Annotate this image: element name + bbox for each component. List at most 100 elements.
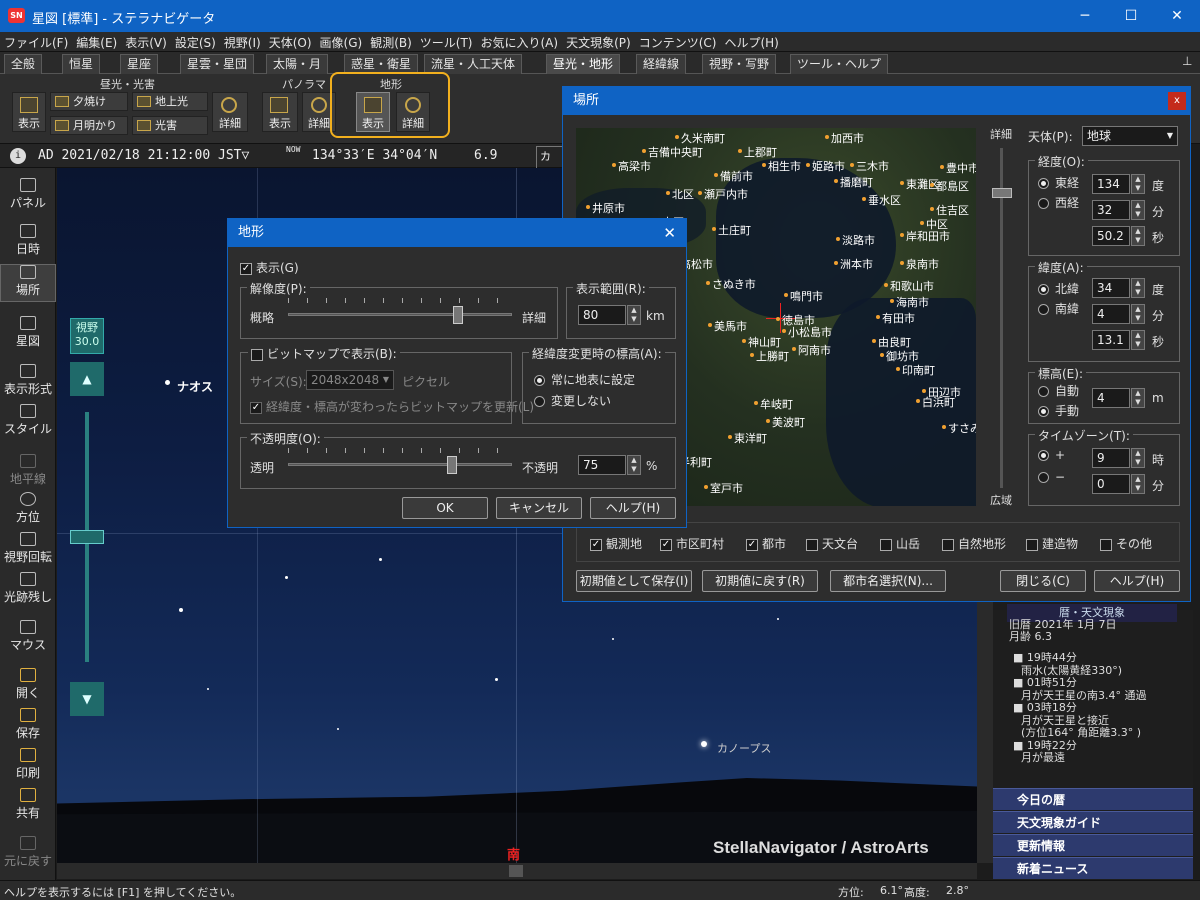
- trail-button[interactable]: 光跡残し: [0, 572, 56, 605]
- terrain-show-checkbox[interactable]: ✓ 表示(G): [240, 259, 299, 276]
- lon-deg-input[interactable]: 134: [1092, 174, 1130, 194]
- menu-fov[interactable]: 視野(I): [220, 32, 265, 53]
- bitmap-checkbox[interactable]: ビットマップで表示(B):: [248, 345, 400, 362]
- daylight-detail-button[interactable]: 詳細: [212, 92, 248, 132]
- check-municipality[interactable]: ✓ 市区町村: [660, 535, 724, 552]
- starchart-button[interactable]: 星図: [0, 316, 56, 349]
- zoom-slider-thumb[interactable]: [70, 530, 104, 544]
- undo-button[interactable]: 元に戻す: [0, 836, 56, 869]
- pin-icon[interactable]: ⊥: [1182, 54, 1192, 68]
- opacity-spin[interactable]: ▲ ▼: [627, 455, 641, 475]
- check-city[interactable]: ✓ 都市: [746, 535, 786, 552]
- location-button[interactable]: 場所: [0, 264, 56, 302]
- elev-none-radio[interactable]: 変更しない: [534, 392, 611, 409]
- tz-hour-input[interactable]: 9: [1092, 448, 1130, 468]
- menu-favorites[interactable]: お気に入り(A): [477, 32, 563, 53]
- panorama-show-button[interactable]: 表示: [262, 92, 298, 132]
- link-phenomena-guide[interactable]: 天文現象ガイド: [993, 811, 1193, 833]
- style-button[interactable]: スタイル: [0, 404, 56, 437]
- terrain-help-button[interactable]: ヘルプ(H): [590, 497, 676, 519]
- city-select-button[interactable]: 都市名選択(N)...: [830, 570, 946, 592]
- check-observation-site[interactable]: ✓ 観測地: [590, 535, 642, 552]
- tab-tools-help[interactable]: ツール・ヘルプ: [790, 54, 889, 74]
- altitude-input[interactable]: 4: [1092, 388, 1130, 408]
- lon-min-spin[interactable]: ▲ ▼: [1131, 200, 1145, 220]
- lon-min-input[interactable]: 32: [1092, 200, 1130, 220]
- menu-tools[interactable]: ツール(T): [416, 32, 477, 53]
- now-button[interactable]: NOW: [286, 145, 300, 154]
- save-button[interactable]: 保存: [0, 708, 56, 741]
- opacity-track[interactable]: [288, 463, 512, 466]
- tab-daylight-terrain[interactable]: 昼光・地形: [546, 54, 621, 74]
- menu-phenomena[interactable]: 天文現象(P): [562, 32, 635, 53]
- tab-stars[interactable]: 恒星: [62, 54, 101, 74]
- save-default-button[interactable]: 初期値として保存(I): [576, 570, 692, 592]
- east-radio[interactable]: 東経: [1038, 174, 1079, 191]
- location-display[interactable]: 134°33′E 34°04′N: [312, 148, 437, 163]
- open-button[interactable]: 開く: [0, 668, 56, 701]
- zoom-in-button[interactable]: ▲: [70, 362, 104, 396]
- fov-rotate-button[interactable]: 視野回転: [0, 532, 56, 565]
- range-spin[interactable]: ▲ ▼: [627, 305, 641, 325]
- check-natural-feature[interactable]: 自然地形: [942, 535, 1006, 552]
- west-radio[interactable]: 西経: [1038, 194, 1079, 211]
- link-news[interactable]: 新着ニュース: [993, 857, 1193, 879]
- tab-fov-frames[interactable]: 視野・写野: [702, 54, 777, 74]
- lat-sec-spin[interactable]: ▲ ▼: [1131, 330, 1145, 350]
- moonlight-button[interactable]: 月明かり: [50, 116, 128, 135]
- lat-min-input[interactable]: 4: [1092, 304, 1130, 324]
- datetime-button[interactable]: 日時: [0, 224, 56, 257]
- magnitude-display[interactable]: 6.9: [474, 148, 497, 163]
- menu-contents[interactable]: コンテンツ(C): [635, 32, 721, 53]
- tz-minute-input[interactable]: 0: [1092, 474, 1130, 494]
- tz-minus-radio[interactable]: −: [1038, 470, 1065, 484]
- link-updates[interactable]: 更新情報: [993, 834, 1193, 856]
- elev-always-radio[interactable]: 常に地表に設定: [534, 371, 635, 388]
- resolution-thumb[interactable]: [453, 306, 463, 324]
- update-bitmap-checkbox[interactable]: ✓ 経緯度・標高が変わったらビットマップを更新(L): [250, 398, 534, 415]
- display-format-button[interactable]: 表示形式: [0, 364, 56, 397]
- resolution-track[interactable]: [288, 313, 512, 316]
- body-select[interactable]: 地球 ▼: [1082, 126, 1178, 146]
- opacity-thumb[interactable]: [447, 456, 457, 474]
- panel-button[interactable]: パネル: [0, 178, 56, 211]
- ground-light-button[interactable]: 地上光: [132, 92, 208, 111]
- close-button[interactable]: ✕: [1154, 0, 1200, 32]
- lon-sec-input[interactable]: 50.2: [1092, 226, 1130, 246]
- tab-general[interactable]: 全般: [4, 54, 43, 74]
- reset-default-button[interactable]: 初期値に戻す(R): [702, 570, 818, 592]
- star-canopus[interactable]: [701, 741, 707, 747]
- close-icon[interactable]: x: [1168, 92, 1186, 110]
- map-zoom-thumb[interactable]: [992, 188, 1012, 198]
- opacity-input[interactable]: 75: [578, 455, 626, 475]
- lon-deg-spin[interactable]: ▲ ▼: [1131, 174, 1145, 194]
- manual-radio[interactable]: 手動: [1038, 402, 1079, 419]
- print-button[interactable]: 印刷: [0, 748, 56, 781]
- tab-sun-moon[interactable]: 太陽・月: [266, 54, 329, 74]
- lat-min-spin[interactable]: ▲ ▼: [1131, 304, 1145, 324]
- map-zoom-track[interactable]: [1000, 148, 1003, 488]
- link-today-calendar[interactable]: 今日の暦: [993, 788, 1193, 810]
- close-icon[interactable]: ✕: [663, 219, 676, 247]
- info-icon[interactable]: i: [10, 148, 26, 164]
- menu-settings[interactable]: 設定(S): [171, 32, 220, 53]
- menu-file[interactable]: ファイル(F): [0, 32, 72, 53]
- light-pollution-button[interactable]: 光害: [132, 116, 208, 135]
- close-dialog-button[interactable]: 閉じる(C): [1000, 570, 1086, 592]
- tab-nebulae[interactable]: 星雲・星団: [180, 54, 255, 74]
- lat-sec-input[interactable]: 13.1: [1092, 330, 1130, 350]
- terrain-detail-button[interactable]: 詳細: [396, 92, 430, 132]
- share-button[interactable]: 共有: [0, 788, 56, 821]
- mouse-button[interactable]: マウス: [0, 620, 56, 653]
- check-observatory[interactable]: 天文台: [806, 535, 858, 552]
- altitude-spin[interactable]: ▲ ▼: [1131, 388, 1145, 408]
- tab-planets[interactable]: 惑星・衛星: [344, 54, 419, 74]
- lat-deg-spin[interactable]: ▲ ▼: [1131, 278, 1145, 298]
- direction-button[interactable]: 方位: [0, 492, 56, 525]
- menu-observe[interactable]: 観測(B): [366, 32, 416, 53]
- menu-edit[interactable]: 編集(E): [72, 32, 121, 53]
- tz-hour-spin[interactable]: ▲ ▼: [1131, 448, 1145, 468]
- horizontal-scrollbar[interactable]: [57, 863, 977, 879]
- menu-view[interactable]: 表示(V): [121, 32, 171, 53]
- menu-image[interactable]: 画像(G): [316, 32, 367, 53]
